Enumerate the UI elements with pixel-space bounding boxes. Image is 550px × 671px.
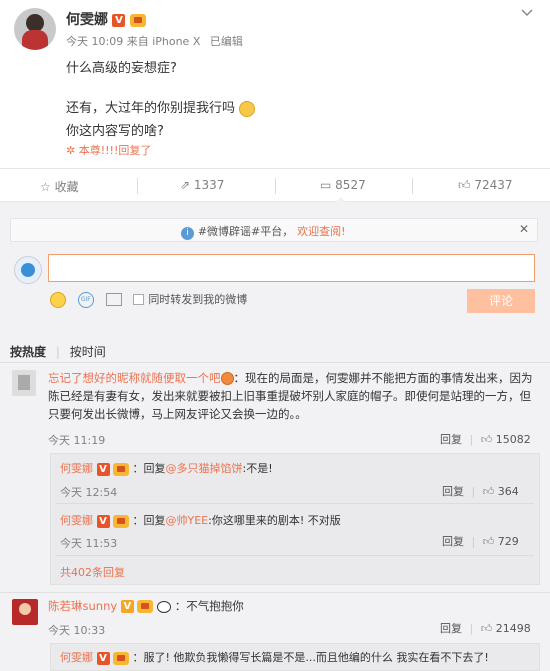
member-crown-icon (129, 13, 146, 27)
flower-icon: ✲ (66, 144, 76, 157)
commenter-avatar[interactable] (12, 599, 38, 625)
commenter-avatar[interactable] (12, 370, 36, 396)
reply-link[interactable]: 回复 (442, 485, 464, 498)
reply-author[interactable]: 何雯娜 (60, 514, 93, 527)
notice-link[interactable]: 欢迎查阅! (297, 225, 345, 238)
member-crown-icon (113, 462, 129, 476)
post-text-line3: 你这内容写的啥? (66, 124, 164, 139)
member-icon (220, 372, 234, 385)
member-crown-icon (137, 600, 154, 613)
repost-count: 1337 (193, 178, 225, 192)
like-count: 72437 (474, 178, 513, 192)
reply-text: ：回复 (132, 514, 166, 527)
reply-like-count: 729 (497, 535, 519, 548)
comment-input[interactable] (48, 254, 535, 282)
emoji-picker-icon[interactable] (50, 291, 66, 308)
action-bar: ☆ 收藏 ⇗ 1337 ▭ 8527 👍︎ 72437 (0, 168, 550, 203)
edited-label[interactable]: 已编辑 (210, 35, 243, 48)
like-button[interactable]: 👍︎ 72437 (458, 178, 513, 193)
smile-emoji-icon (239, 100, 256, 117)
reply-link[interactable]: 回复 (442, 535, 464, 548)
repost-icon: ⇗ (180, 178, 191, 192)
submit-comment-button[interactable]: 评论 (467, 289, 535, 313)
notice-banner: i #微博辟谣#平台， 欢迎查阅! ✕ (10, 218, 538, 242)
mention-link[interactable]: @多只猫掉馅饼 (166, 462, 243, 475)
comment-count: 8527 (335, 178, 366, 192)
comment-text: ：不气抱抱你 (174, 599, 244, 613)
collect-button[interactable]: ☆ 收藏 (40, 178, 79, 195)
thumbs-up-icon: 👍︎ (458, 178, 471, 192)
reply-time: 今天 11:53 (60, 537, 118, 550)
verified-v-icon: V (96, 651, 110, 665)
repost-checkbox[interactable] (133, 294, 145, 305)
star-icon: ☆ (40, 180, 51, 194)
post-time-source[interactable]: 今天 10:09 来自 iPhone X (66, 35, 200, 48)
thumbs-up-icon: 👍︎ (480, 433, 493, 446)
verified-v-icon: V (96, 514, 110, 528)
post-text-line1: 什么高级的妄想症? (66, 61, 177, 76)
comment-like-button[interactable]: 👍︎ 21498 (481, 622, 531, 635)
reply-like-button[interactable]: 👍︎ 729 (483, 535, 519, 548)
image-icon[interactable] (105, 293, 122, 306)
reply-like-button[interactable]: 👍︎ 364 (483, 485, 519, 498)
info-icon: i (181, 227, 194, 240)
reply-text-rest: :你这哪里来的剧本! 不对版 (208, 514, 341, 527)
verified-v-icon: V (120, 600, 134, 613)
post-text-line2: 还有，大过年的你别提我行吗 (66, 101, 236, 116)
reply-text-rest: :不是! (242, 462, 273, 475)
reply-link[interactable]: 回复 (440, 433, 462, 446)
reply-time: 今天 12:54 (60, 486, 118, 499)
repost-button[interactable]: ⇗ 1337 (180, 178, 224, 192)
verified-v-icon: V (112, 13, 126, 27)
notice-text: #微博辟谣#平台， (197, 225, 294, 238)
collect-label: 收藏 (54, 180, 79, 194)
thumbs-up-icon: 👍︎ (480, 622, 493, 635)
comment-like-button[interactable]: 👍︎ 15082 (481, 433, 531, 446)
panda-icon (157, 600, 172, 613)
thumbs-up-icon: 👍︎ (482, 485, 495, 498)
repost-checkbox-label: 同时转发到我的微博 (148, 293, 248, 306)
thumbs-up-icon: 👍︎ (482, 535, 495, 548)
dropdown-chevron-icon[interactable] (520, 6, 534, 20)
verified-v-icon: V (96, 462, 110, 476)
author-avatar[interactable] (14, 8, 56, 50)
commenter-name[interactable]: 忘记了想好的昵称就随便取一个吧 (48, 371, 221, 385)
sort-by-hot[interactable]: 按热度 (10, 345, 46, 359)
comment-icon: ▭ (320, 178, 332, 192)
reply-text: ：回复 (132, 462, 166, 475)
more-replies-link[interactable]: 共402条回复 (60, 564, 125, 580)
member-crown-icon (113, 514, 129, 528)
reply-like-count: 364 (497, 485, 519, 498)
member-crown-icon (113, 651, 129, 665)
comment-time: 今天 10:33 (48, 624, 106, 637)
comment-body: 忘记了想好的昵称就随便取一个吧 ：现在的局面是，何雯娜并不能把方面的事情发出来，因… (48, 369, 538, 423)
author-name[interactable]: 何雯娜 (66, 12, 108, 28)
author-replied-note[interactable]: 本尊!!!!回复了 (79, 144, 152, 157)
commenter-name[interactable]: 陈若琳sunny (48, 599, 117, 613)
comment-time: 今天 11:19 (48, 434, 106, 447)
reply-author[interactable]: 何雯娜 (60, 651, 93, 664)
close-icon[interactable]: ✕ (519, 222, 529, 236)
comment-like-count: 21498 (495, 622, 531, 635)
gif-icon[interactable]: GIF (77, 291, 94, 308)
comment-like-count: 15082 (495, 433, 531, 446)
user-avatar[interactable] (14, 256, 42, 284)
reply-link[interactable]: 回复 (440, 622, 462, 635)
reply-author[interactable]: 何雯娜 (60, 462, 93, 475)
mention-link[interactable]: @帅YEE (166, 514, 209, 527)
comment-button[interactable]: ▭ 8527 (320, 178, 366, 192)
reply-text: ：服了! 他欺负我懒得写长篇是不是...而且他编的什么 我实在看不下去了! (132, 651, 489, 664)
sort-by-time[interactable]: 按时间 (70, 345, 106, 359)
